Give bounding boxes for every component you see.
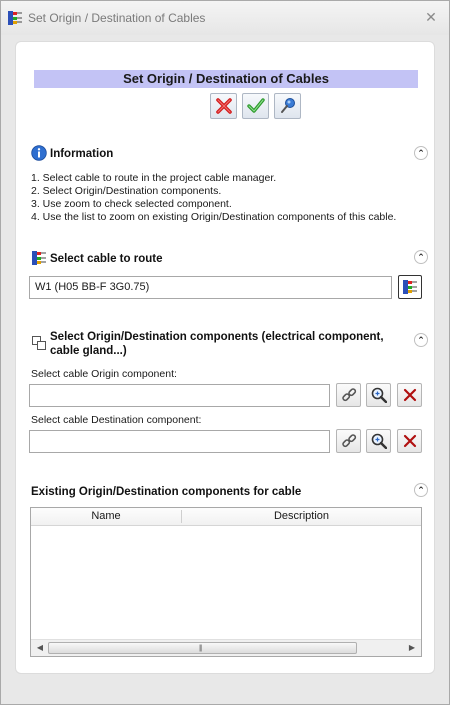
- existing-components-list[interactable]: Name Description ◀ ||| ▶: [30, 507, 422, 657]
- chevron-up-icon: ⌃: [417, 334, 425, 345]
- app-cable-icon: [8, 11, 22, 25]
- info-line-4: 4. Use the list to zoom on existing Orig…: [31, 211, 397, 223]
- info-line-2: 2. Select Origin/Destination components.: [31, 185, 222, 197]
- scrollbar-thumb[interactable]: |||: [48, 642, 357, 654]
- pushpin-icon: [280, 98, 295, 113]
- info-line-3: 3. Use zoom to check selected component.: [31, 198, 232, 210]
- information-title: Information: [50, 148, 114, 160]
- green-check-icon: [246, 98, 265, 113]
- components-collapse-icon[interactable]: ⌃: [414, 333, 428, 347]
- horizontal-scrollbar[interactable]: ◀ ||| ▶: [31, 639, 421, 656]
- window-title: Set Origin / Destination of Cables: [28, 11, 206, 25]
- scroll-right-icon[interactable]: ▶: [406, 642, 418, 654]
- column-description[interactable]: Description: [182, 508, 421, 525]
- origin-zoom-button[interactable]: [366, 383, 391, 407]
- delete-x-icon: [403, 388, 416, 402]
- title-bar[interactable]: Set Origin / Destination of Cables ✕: [1, 1, 449, 35]
- red-x-icon: [215, 98, 232, 114]
- chain-link-icon: [341, 388, 356, 402]
- origin-field[interactable]: [29, 384, 330, 407]
- zoom-icon: [371, 433, 387, 449]
- chevron-up-icon: ⌃: [417, 484, 425, 495]
- list-header: Name Description: [31, 508, 421, 526]
- chevron-up-icon: ⌃: [417, 147, 425, 158]
- delete-x-icon: [403, 434, 416, 448]
- components-title-line2: cable gland...): [50, 345, 127, 357]
- cable-field[interactable]: W1 (H05 BB-F 3G0.75): [29, 276, 392, 299]
- dialog-header: Set Origin / Destination of Cables: [34, 70, 418, 88]
- cancel-button[interactable]: [210, 93, 237, 119]
- close-icon[interactable]: ✕: [423, 9, 439, 25]
- destination-label: Select cable Destination component:: [31, 414, 202, 426]
- destination-field[interactable]: [29, 430, 330, 453]
- pin-button[interactable]: [274, 93, 301, 119]
- info-line-1: 1. Select cable to route in the project …: [31, 172, 277, 184]
- chain-link-icon: [341, 434, 356, 448]
- origin-clear-button[interactable]: [397, 383, 422, 407]
- destination-link-button[interactable]: [336, 429, 361, 453]
- select-cable-collapse-icon[interactable]: ⌃: [414, 250, 428, 264]
- origin-link-button[interactable]: [336, 383, 361, 407]
- cable-icon: [32, 251, 46, 265]
- chevron-up-icon: ⌃: [417, 251, 425, 262]
- existing-title: Existing Origin/Destination components f…: [31, 486, 302, 498]
- components-title-line1: Select Origin/Destination components (el…: [50, 331, 384, 343]
- dialog-window: Set Origin / Destination of Cables ✕ Set…: [0, 0, 450, 705]
- components-icon: [32, 336, 46, 350]
- ok-button[interactable]: [242, 93, 269, 119]
- destination-zoom-button[interactable]: [366, 429, 391, 453]
- select-cable-title: Select cable to route: [50, 253, 163, 265]
- column-name[interactable]: Name: [31, 508, 181, 525]
- existing-collapse-icon[interactable]: ⌃: [414, 483, 428, 497]
- cable-pick-icon: [403, 280, 417, 294]
- grip-icon: |||: [199, 645, 203, 652]
- info-icon: [31, 145, 47, 161]
- pick-cable-button[interactable]: [398, 275, 422, 299]
- destination-clear-button[interactable]: [397, 429, 422, 453]
- origin-label: Select cable Origin component:: [31, 368, 177, 380]
- information-collapse-icon[interactable]: ⌃: [414, 146, 428, 160]
- zoom-icon: [371, 387, 387, 403]
- scroll-left-icon[interactable]: ◀: [34, 642, 46, 654]
